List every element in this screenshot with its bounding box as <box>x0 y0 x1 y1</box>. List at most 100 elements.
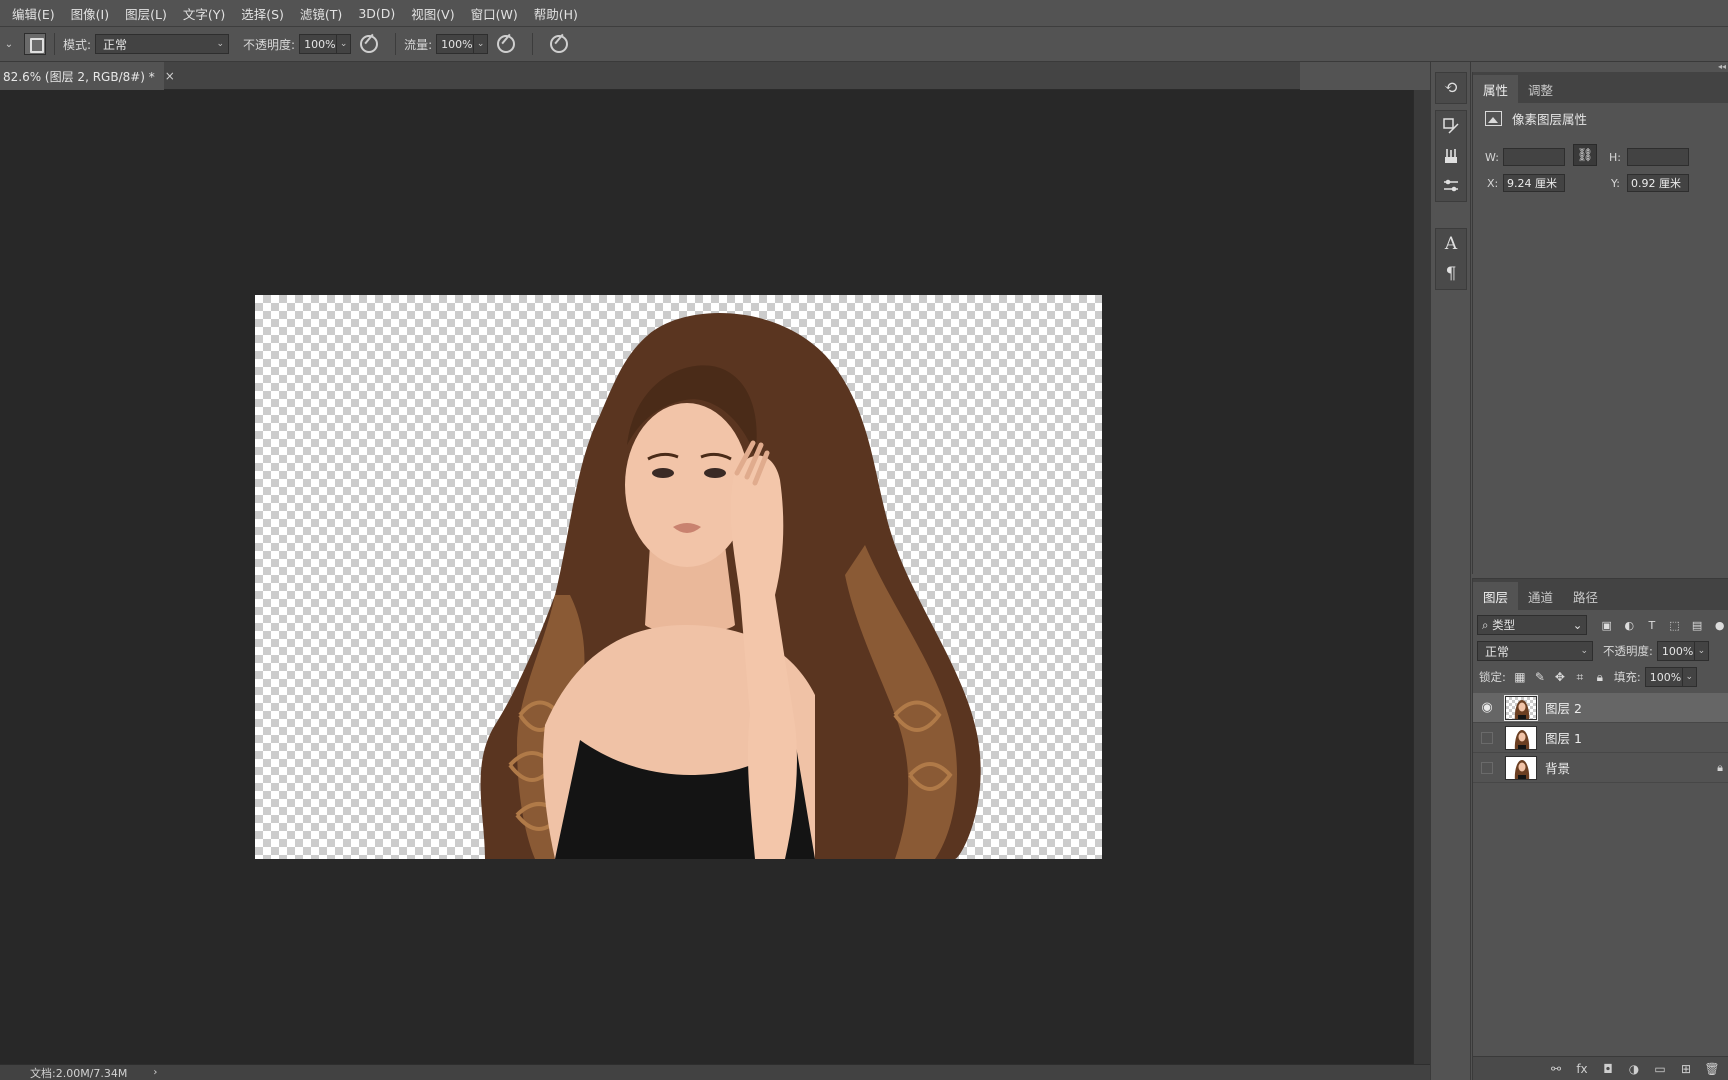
document-tab-strip: 82.6% (图层 2, RGB/8#) * × <box>0 62 1300 90</box>
chevron-down-icon[interactable]: ⌄ <box>2 39 16 50</box>
menu-image[interactable]: 图像(I) <box>63 4 117 23</box>
lock-image-pixels-icon[interactable]: ✎ <box>1530 667 1550 687</box>
hidden-visibility-box <box>1481 731 1493 744</box>
lock-position-icon[interactable]: ✥ <box>1550 667 1570 687</box>
x-field[interactable]: 9.24 厘米 <box>1503 174 1565 192</box>
add-mask-icon[interactable]: ◘ <box>1595 1062 1621 1076</box>
brush-presets-icon[interactable] <box>1436 141 1466 171</box>
lock-artboard-icon[interactable]: ⌗ <box>1570 667 1590 687</box>
y-field[interactable]: 0.92 厘米 <box>1627 174 1689 192</box>
chevron-down-icon: ⌄ <box>1572 618 1583 632</box>
layer-opacity-label: 不透明度: <box>1603 644 1653 658</box>
chevron-right-icon[interactable]: › <box>153 1067 157 1078</box>
paragraph-icon[interactable]: ¶ <box>1436 259 1466 289</box>
layer-filter-row: ⌕ 类型 ⌄ ▣ ◐ T ⬚ ▤ ● <box>1473 613 1728 637</box>
blend-mode-dropdown[interactable]: 正常 ⌄ <box>1477 641 1593 661</box>
menu-filter[interactable]: 滤镜(T) <box>292 4 350 23</box>
menu-window[interactable]: 窗口(W) <box>463 4 526 23</box>
menu-type[interactable]: 文字(Y) <box>175 4 233 23</box>
eye-icon: ◉ <box>1481 700 1493 715</box>
filter-adjustment-icon[interactable]: ◐ <box>1620 615 1639 635</box>
flow-slider-toggle[interactable]: ⌄ <box>474 34 489 54</box>
document-tab-title: 82.6% (图层 2, RGB/8#) * <box>3 69 155 84</box>
blend-opacity-row: 正常 ⌄ 不透明度: 100% ⌄ <box>1473 640 1728 662</box>
fill-input[interactable]: 100% <box>1644 667 1683 687</box>
collapse-panels-icon[interactable]: ◂◂ <box>1448 62 1728 72</box>
layer-row-layer-1[interactable]: 图层 1 <box>1473 723 1728 753</box>
divider <box>54 33 55 55</box>
y-label: Y: <box>1611 176 1620 190</box>
new-group-icon[interactable]: ▭ <box>1647 1062 1673 1076</box>
airbrush-icon[interactable] <box>497 35 516 53</box>
thumbnail-image <box>1514 759 1530 779</box>
filter-smart-object-icon[interactable]: ▤ <box>1688 615 1707 635</box>
tab-layers[interactable]: 图层 <box>1473 582 1519 610</box>
flow-input[interactable]: 100% <box>436 34 475 54</box>
document-size-info[interactable]: 文档:2.00M/7.34M <box>30 1065 127 1080</box>
menu-select[interactable]: 选择(S) <box>233 4 292 23</box>
adjustment-layer-icon[interactable]: ◑ <box>1621 1062 1647 1076</box>
filter-shape-icon[interactable]: ⬚ <box>1665 615 1684 635</box>
filter-pixel-icon[interactable]: ▣ <box>1597 615 1616 635</box>
menu-view[interactable]: 视图(V) <box>403 4 462 23</box>
tab-channels[interactable]: 通道 <box>1518 582 1563 610</box>
brush-presets-glyph <box>1445 149 1457 163</box>
layer-name[interactable]: 背景 <box>1545 758 1570 777</box>
visibility-toggle[interactable] <box>1473 731 1501 744</box>
history-icon[interactable]: ⟲ <box>1436 73 1466 103</box>
pressure-size-icon[interactable] <box>550 35 569 53</box>
kind-filter-dropdown[interactable]: ⌕ 类型 ⌄ <box>1477 615 1588 635</box>
layer-row-layer-2[interactable]: ◉ 图层 2 <box>1473 693 1728 723</box>
document-tab[interactable]: 82.6% (图层 2, RGB/8#) * × <box>0 62 175 90</box>
menu-help[interactable]: 帮助(H) <box>526 4 586 23</box>
filter-toggle-icon[interactable]: ● <box>1710 615 1728 635</box>
filter-type-icon[interactable]: T <box>1643 615 1662 635</box>
visibility-toggle[interactable] <box>1473 761 1501 774</box>
lock-label: 锁定: <box>1479 670 1506 684</box>
new-layer-icon[interactable]: ⊞ <box>1673 1062 1699 1076</box>
layer-row-background[interactable]: 背景 🔒︎ <box>1473 753 1728 783</box>
trash-icon[interactable]: 🗑︎ <box>1699 1062 1725 1076</box>
width-field[interactable] <box>1503 148 1565 166</box>
link-layers-icon[interactable]: ⚯ <box>1543 1062 1569 1076</box>
options-bar: ⌄ 模式: 正常 ⌄ 不透明度: 100% ⌄ 流量: 100% ⌄ <box>0 27 1728 62</box>
tab-adjustments[interactable]: 调整 <box>1518 75 1563 103</box>
menu-edit[interactable]: 编辑(E) <box>4 4 63 23</box>
opacity-slider-toggle[interactable]: ⌄ <box>337 34 352 54</box>
tool-preset-picker[interactable] <box>24 33 46 55</box>
mode-dropdown[interactable]: 正常 ⌄ <box>95 34 230 54</box>
dock-group-type: A ¶ <box>1435 228 1467 290</box>
pressure-opacity-icon[interactable] <box>360 35 379 53</box>
menu-layer[interactable]: 图层(L) <box>117 4 175 23</box>
pixel-layer-icon <box>1485 110 1502 126</box>
tab-paths[interactable]: 路径 <box>1563 582 1608 610</box>
brush-settings-icon[interactable] <box>1436 171 1466 201</box>
lock-transparent-pixels-icon[interactable]: ▦ <box>1510 667 1530 687</box>
document-canvas[interactable] <box>255 295 1102 859</box>
blend-mode-value: 正常 <box>1485 644 1510 659</box>
fill-slider-toggle[interactable]: ⌄ <box>1682 667 1697 687</box>
visibility-toggle[interactable]: ◉ <box>1473 700 1501 715</box>
layer-name[interactable]: 图层 1 <box>1545 728 1582 747</box>
layer-name[interactable]: 图层 2 <box>1545 698 1582 717</box>
tab-properties[interactable]: 属性 <box>1473 75 1519 103</box>
height-field[interactable] <box>1627 148 1689 166</box>
x-row: X: 9.24 厘米 <box>1487 174 1565 192</box>
properties-header: 像素图层属性 <box>1473 103 1728 133</box>
lock-all-icon[interactable]: 🔒︎ <box>1590 667 1610 687</box>
canvas-workspace[interactable] <box>0 90 1413 1064</box>
character-icon[interactable]: A <box>1436 229 1466 259</box>
menu-3d[interactable]: 3D(D) <box>350 6 403 21</box>
left-eye <box>652 468 674 478</box>
chevron-down-icon: ⌄ <box>216 39 225 49</box>
link-icon[interactable]: ⛓ <box>1573 144 1597 166</box>
layer-opacity-slider-toggle[interactable]: ⌄ <box>1694 641 1709 661</box>
fx-icon[interactable]: fx <box>1569 1062 1595 1076</box>
mode-value: 正常 <box>103 37 128 52</box>
opacity-input[interactable]: 100% <box>299 34 338 54</box>
clone-source-glyph <box>1443 118 1459 134</box>
layer-opacity-input[interactable]: 100% <box>1656 641 1695 661</box>
vertical-scrollbar[interactable] <box>1413 90 1430 1064</box>
clone-source-icon[interactable] <box>1436 111 1466 141</box>
close-icon[interactable]: × <box>165 69 175 83</box>
